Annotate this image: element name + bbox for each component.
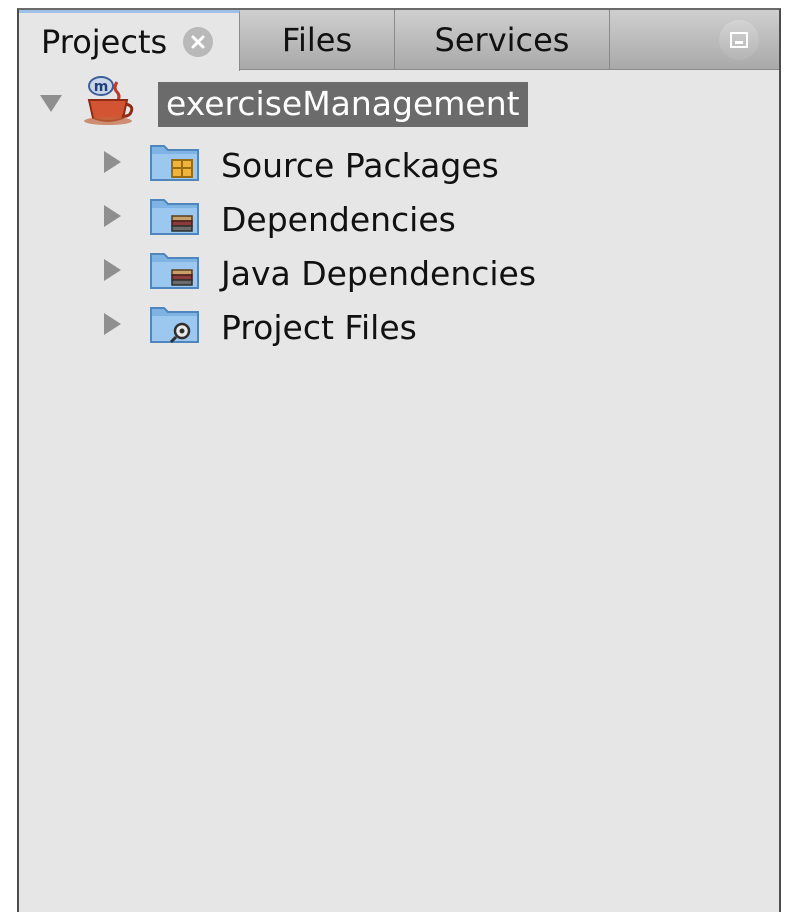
expand-arrow-icon[interactable] bbox=[100, 204, 124, 228]
tree-item-label: Project Files bbox=[221, 307, 417, 347]
expand-arrow-icon[interactable] bbox=[100, 312, 124, 336]
tab-bar: Projects Files Services bbox=[19, 10, 779, 71]
project-files-folder-icon bbox=[150, 302, 200, 348]
tab-projects[interactable]: Projects bbox=[19, 10, 240, 71]
dependencies-folder-icon bbox=[150, 194, 200, 240]
close-tab-icon[interactable] bbox=[183, 27, 214, 57]
expand-arrow-icon[interactable] bbox=[100, 258, 124, 282]
maven-project-icon: m bbox=[77, 74, 139, 130]
source-packages-folder-icon bbox=[150, 140, 200, 186]
tree-item-label: Java Dependencies bbox=[221, 253, 537, 293]
expand-arrow-icon[interactable] bbox=[100, 150, 124, 174]
tree-item-dependencies[interactable]: Dependencies bbox=[221, 192, 456, 246]
tree-item-source-packages[interactable]: Source Packages bbox=[221, 138, 499, 192]
tree-root-row[interactable]: exerciseManagement bbox=[158, 77, 528, 131]
maximize-icon bbox=[730, 32, 748, 48]
tree-item-label: Dependencies bbox=[221, 199, 456, 239]
java-dependencies-folder-icon bbox=[150, 248, 200, 294]
tree-root-label: exerciseManagement bbox=[158, 81, 528, 127]
tab-files-label: Files bbox=[281, 21, 353, 59]
maximize-window-button[interactable] bbox=[719, 20, 759, 60]
tab-services-label: Services bbox=[434, 21, 570, 59]
tree-item-java-dependencies[interactable]: Java Dependencies bbox=[221, 246, 536, 300]
tree-item-project-files[interactable]: Project Files bbox=[221, 300, 417, 354]
projects-panel: Projects Files Services m exerciseManage… bbox=[17, 8, 781, 912]
tab-projects-label: Projects bbox=[41, 23, 168, 61]
collapse-arrow-icon[interactable] bbox=[39, 91, 63, 115]
tab-services[interactable]: Services bbox=[395, 10, 610, 70]
tree-item-label: Source Packages bbox=[221, 145, 499, 185]
tab-files[interactable]: Files bbox=[240, 10, 395, 70]
svg-text:m: m bbox=[94, 79, 109, 95]
